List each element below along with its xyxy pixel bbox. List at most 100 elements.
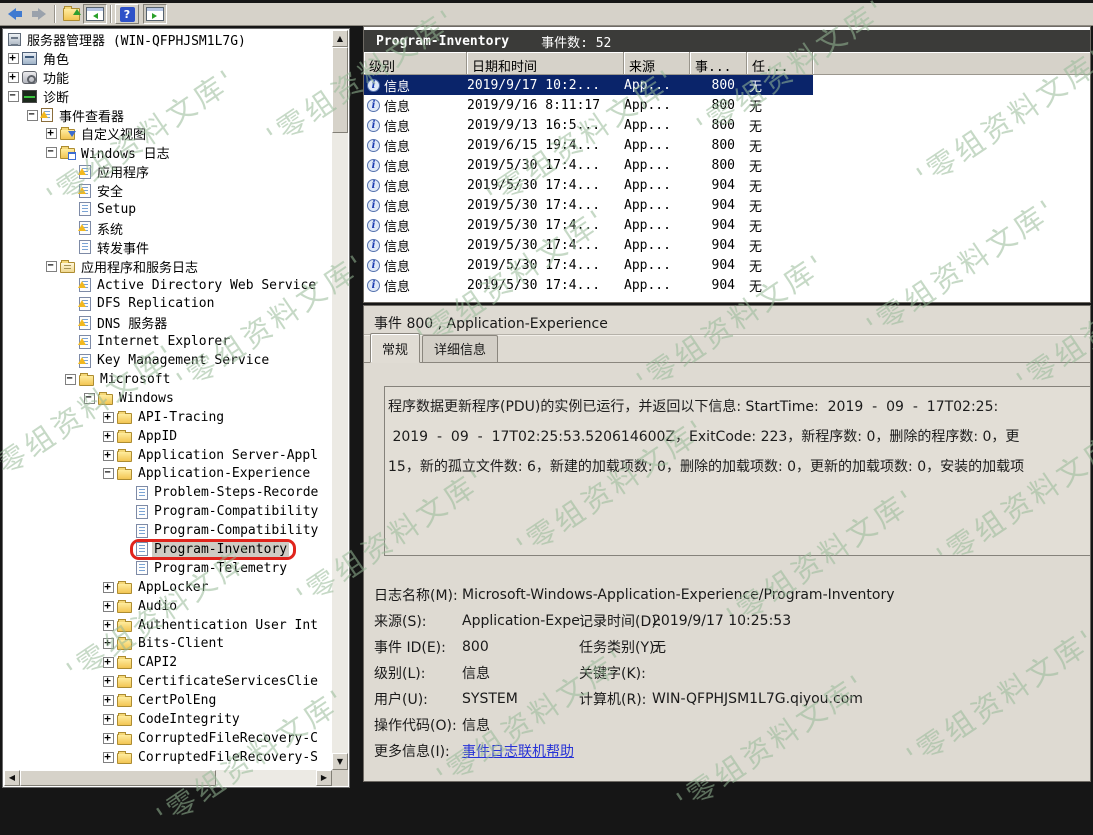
tree-item[interactable]: Windows 日志 — [4, 143, 331, 162]
expander-icon[interactable] — [46, 261, 57, 272]
expander-icon[interactable] — [103, 620, 114, 631]
expander-icon[interactable] — [65, 374, 76, 385]
property-value[interactable]: 信息 — [462, 663, 579, 683]
event-row[interactable]: 信息 2019/9/16 8:11:17 App... 800 无 — [364, 95, 813, 115]
expander-icon[interactable] — [103, 450, 114, 461]
event-row[interactable]: 信息 2019/9/17 10:2... App... 800 无 — [364, 75, 813, 95]
event-row[interactable]: 信息 2019/5/30 17:4... App... 904 无 — [364, 235, 813, 255]
expander-icon[interactable] — [103, 638, 114, 649]
tree-item[interactable]: 事件查看器 — [4, 106, 331, 125]
tree-horizontal-scrollbar[interactable] — [4, 770, 332, 786]
event-row[interactable]: 信息 2019/5/30 17:4... App... 904 无 — [364, 175, 813, 195]
tree-item[interactable]: 诊断 — [4, 87, 331, 106]
property-value[interactable]: Microsoft-Windows-Application-Experience… — [462, 587, 895, 603]
tree-item[interactable] — [4, 767, 331, 769]
tree-item[interactable]: 应用程序和服务日志 — [4, 257, 331, 276]
tree-item[interactable]: API-Tracing — [4, 408, 331, 427]
column-header-event-id[interactable]: 事... — [690, 52, 747, 74]
tree-item[interactable]: CAPI2 — [4, 653, 331, 672]
expander-icon[interactable] — [103, 714, 114, 725]
show-action-pane-button[interactable] — [143, 4, 167, 24]
property-value[interactable]: 800 — [462, 639, 579, 655]
tree-item[interactable]: 转发事件 — [4, 238, 331, 257]
detail-tab[interactable]: 详细信息 — [422, 335, 498, 362]
tree-item[interactable]: Program-Compatibility — [4, 502, 331, 521]
expander-icon[interactable] — [103, 582, 114, 593]
tree-item[interactable]: DNS 服务器 — [4, 313, 331, 332]
tree-item[interactable]: Internet Explorer — [4, 332, 331, 351]
tree-item[interactable]: Key Management Service — [4, 351, 331, 370]
property-value[interactable]: SYSTEM — [462, 691, 579, 707]
event-row[interactable]: 信息 2019/5/30 17:4... App... 904 无 — [364, 195, 813, 215]
tree-item[interactable]: Microsoft — [4, 370, 331, 389]
tree-item[interactable]: AppLocker — [4, 578, 331, 597]
tree-item[interactable]: Authentication User Int — [4, 616, 331, 635]
tree-item[interactable]: Audio — [4, 597, 331, 616]
tree-item[interactable]: 角色 — [4, 49, 331, 68]
tree-item[interactable]: 系统 — [4, 219, 331, 238]
scrollbar-thumb[interactable] — [20, 770, 216, 786]
tree-item[interactable]: 功能 — [4, 68, 331, 87]
expander-icon[interactable] — [8, 53, 19, 64]
tree-item[interactable]: 服务器管理器 (WIN-QFPHJSM1L7G) — [4, 30, 331, 49]
tree-item[interactable]: 自定义视图 — [4, 124, 331, 143]
expander-icon[interactable] — [103, 752, 114, 763]
detail-tab[interactable]: 常规 — [370, 333, 420, 363]
event-row[interactable]: 信息 2019/6/15 19:4... App... 800 无 — [364, 135, 813, 155]
tree-item[interactable]: AppID — [4, 427, 331, 446]
event-row[interactable]: 信息 2019/5/30 17:4... App... 904 无 — [364, 275, 813, 295]
tree-item[interactable]: 应用程序 — [4, 162, 331, 181]
column-header-datetime[interactable]: 日期和时间 — [467, 52, 624, 74]
help-button[interactable]: ? — [115, 4, 139, 24]
scroll-down-button[interactable]: ▼ — [332, 753, 348, 770]
expander-icon[interactable] — [103, 733, 114, 744]
column-header-source[interactable]: 来源 — [624, 52, 690, 74]
expander-icon[interactable] — [84, 393, 95, 404]
tree-item[interactable]: DFS Replication — [4, 294, 331, 313]
expander-icon[interactable] — [103, 676, 114, 687]
forward-button[interactable] — [27, 4, 51, 24]
expander-icon[interactable] — [8, 72, 19, 83]
tree-item[interactable]: 安全 — [4, 181, 331, 200]
tree-item[interactable]: Program-Telemetry — [4, 559, 331, 578]
expander-icon[interactable] — [103, 412, 114, 423]
tree-item[interactable]: CorruptedFileRecovery-S — [4, 748, 331, 767]
tree-item[interactable]: Setup — [4, 200, 331, 219]
column-header-task[interactable]: 任... — [747, 52, 813, 74]
expander-icon[interactable] — [103, 657, 114, 668]
tree-item[interactable]: Windows — [4, 389, 331, 408]
show-console-tree-button[interactable] — [83, 4, 107, 24]
tree-item[interactable]: CodeIntegrity — [4, 710, 331, 729]
property-value[interactable]: 信息 — [462, 715, 740, 735]
tree-item[interactable]: Problem-Steps-Recorde — [4, 483, 331, 502]
scroll-right-button[interactable]: ▶ — [316, 770, 332, 786]
event-row[interactable]: 信息 2019/5/30 17:4... App... 904 无 — [364, 215, 813, 235]
property-value[interactable]: 事件日志联机帮助 — [462, 741, 740, 761]
column-header-level[interactable]: 级别 — [364, 52, 467, 74]
tree-item[interactable]: Application-Experience — [4, 464, 331, 483]
tree-item[interactable]: Application Server-Appl — [4, 446, 331, 465]
expander-icon[interactable] — [27, 110, 38, 121]
event-row[interactable]: 信息 2019/9/13 16:5... App... 800 无 — [364, 115, 813, 135]
expander-icon[interactable] — [46, 147, 57, 158]
event-row[interactable]: 信息 2019/5/30 17:4... App... 904 无 — [364, 255, 813, 275]
event-row[interactable]: 信息 2019/5/30 17:4... App... 800 无 — [364, 155, 813, 175]
property-value[interactable]: Application-Experier — [462, 613, 579, 629]
scroll-left-button[interactable]: ◀ — [4, 770, 20, 786]
scroll-up-button[interactable]: ▲ — [332, 30, 348, 47]
tree-vertical-scrollbar[interactable] — [332, 30, 348, 770]
tree-item[interactable]: Program-Compatibility — [4, 521, 331, 540]
event-description-box[interactable]: 程序数据更新程序(PDU)的实例已运行，并返回以下信息: StartTime: … — [384, 386, 1091, 556]
expander-icon[interactable] — [103, 431, 114, 442]
tree-item[interactable]: Active Directory Web Service — [4, 276, 331, 295]
tree-item[interactable]: CorruptedFileRecovery-C — [4, 729, 331, 748]
tree-item[interactable]: CertificateServicesClie — [4, 672, 331, 691]
expander-icon[interactable] — [8, 91, 19, 102]
expander-icon[interactable] — [103, 468, 114, 479]
export-button[interactable] — [59, 4, 83, 24]
scrollbar-thumb[interactable] — [332, 47, 348, 133]
back-button[interactable] — [3, 4, 27, 24]
expander-icon[interactable] — [103, 695, 114, 706]
expander-icon[interactable] — [103, 601, 114, 612]
expander-icon[interactable] — [46, 128, 57, 139]
